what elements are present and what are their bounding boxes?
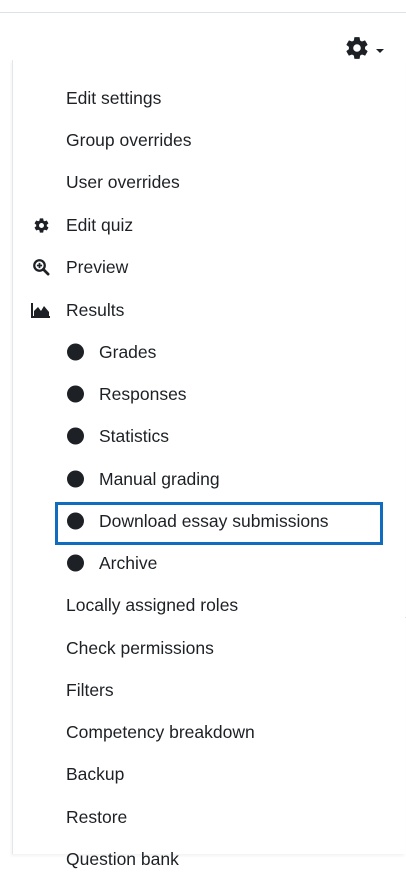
- menu-item-label: Question bank: [66, 848, 179, 869]
- menu-item-check-permissions[interactable]: Check permissions: [13, 627, 353, 669]
- menu-item-label: Grades: [99, 341, 157, 362]
- menu-item-label: Edit settings: [66, 87, 162, 108]
- magnify-icon: [31, 257, 51, 277]
- bullet-icon: [67, 385, 84, 403]
- menu-item-label: User overrides: [66, 171, 180, 192]
- gear-icon: [31, 215, 51, 235]
- menu-item-edit-settings[interactable]: Edit settings: [13, 77, 353, 119]
- menu-item-label: Archive: [99, 552, 158, 573]
- menu-item-label: Restore: [66, 806, 128, 827]
- menu-item-group-overrides[interactable]: Group overrides: [13, 119, 353, 161]
- menu-item-label: Locally assigned roles: [66, 594, 239, 615]
- menu-item-restore[interactable]: Restore: [13, 796, 353, 838]
- menu-item-competency-breakdown[interactable]: Competency breakdown: [13, 711, 353, 753]
- menu-item-label: Statistics: [99, 425, 170, 446]
- menu-item-label: Check permissions: [66, 637, 214, 658]
- settings-menu: Edit settings Group overrides User overr…: [12, 60, 405, 869]
- menu-item-label: Results: [66, 299, 125, 320]
- menu-item-label: Preview: [66, 256, 129, 277]
- menu-item-locally-assigned-roles[interactable]: Locally assigned roles: [13, 584, 353, 626]
- menu-item-manual-grading[interactable]: Manual grading: [13, 458, 353, 500]
- menu-item-results[interactable]: Results: [13, 289, 353, 331]
- bullet-icon: [67, 554, 84, 572]
- bullet-icon: [67, 470, 84, 488]
- menu-item-label: Filters: [66, 679, 114, 700]
- menu-item-label: Backup: [66, 763, 125, 784]
- bullet-icon: [67, 343, 84, 361]
- menu-item-statistics[interactable]: Statistics: [13, 415, 353, 457]
- menu-item-label: Responses: [99, 383, 187, 404]
- selection-highlight: [55, 502, 383, 545]
- menu-item-responses[interactable]: Responses: [13, 373, 353, 415]
- menu-item-filters[interactable]: Filters: [13, 669, 353, 711]
- bullet-icon: [67, 427, 84, 445]
- menu-item-label: Edit quiz: [66, 214, 134, 235]
- area-chart-icon: [31, 300, 51, 320]
- menu-item-label: Competency breakdown: [66, 721, 255, 742]
- menu-item-backup[interactable]: Backup: [13, 753, 353, 795]
- menu-item-question-bank[interactable]: Question bank: [13, 838, 353, 880]
- menu-item-label: Manual grading: [99, 468, 220, 489]
- menu-item-label: Group overrides: [66, 129, 192, 150]
- menu-item-preview[interactable]: Preview: [13, 246, 353, 288]
- menu-item-archive[interactable]: Archive: [13, 542, 353, 584]
- menu-item-edit-quiz[interactable]: Edit quiz: [13, 204, 353, 246]
- menu-item-grades[interactable]: Grades: [13, 331, 353, 373]
- top-divider: [0, 12, 406, 13]
- chevron-down-icon: [376, 49, 384, 53]
- menu-item-user-overrides[interactable]: User overrides: [13, 161, 353, 203]
